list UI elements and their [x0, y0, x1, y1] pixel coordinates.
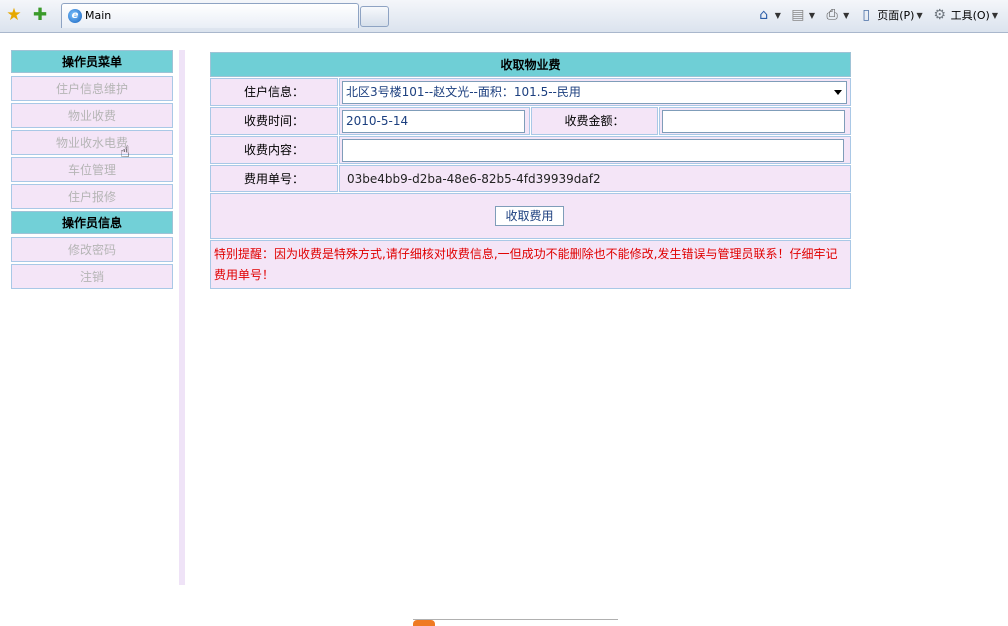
- resident-label: 住户信息：: [210, 78, 338, 106]
- bill-row: 费用单号： 03be4bb9-d2ba-48e6-82b5-4fd39939da…: [210, 165, 851, 192]
- sidebar-item-parking[interactable]: 车位管理: [11, 157, 173, 182]
- page-menu-label: 页面(P): [877, 9, 915, 22]
- collect-fee-button[interactable]: 收取费用: [495, 206, 564, 226]
- feed-icon: ▤: [791, 7, 805, 23]
- operator-info-header: 操作员信息: [11, 211, 173, 234]
- operator-menu-header: 操作员菜单: [11, 50, 173, 73]
- form-title: 收取物业费: [210, 52, 851, 77]
- favorites-star-icon[interactable]: ★: [4, 5, 24, 25]
- sidebar-item-change-password[interactable]: 修改密码: [11, 237, 173, 262]
- sidebar-item-property-fee[interactable]: 物业收费: [11, 103, 173, 128]
- sidebar-item-resident-info[interactable]: 住户信息维护: [11, 76, 173, 101]
- gear-icon: ⚙: [933, 7, 946, 23]
- amount-cell: [659, 107, 851, 135]
- time-label: 收费时间：: [210, 107, 338, 135]
- sidebar-item-utility-fee[interactable]: 物业收水电费 ☝: [11, 130, 173, 161]
- amount-label: 收费金额：: [531, 107, 658, 135]
- content-label: 收费内容：: [210, 136, 338, 164]
- browser-tab-main[interactable]: e Main: [61, 3, 359, 28]
- tools-menu-button[interactable]: ⚙ 工具(O) ▼: [929, 4, 1000, 26]
- time-cell: 2010-5-14: [339, 107, 530, 135]
- content-row: 收费内容：: [210, 136, 851, 164]
- content-cell: [339, 136, 851, 164]
- warning-notice: 特别提醒：因为收费是特殊方式,请仔细核对收费信息,一但成功不能删除也不能修改,发…: [210, 240, 851, 289]
- add-favorite-icon[interactable]: ✚: [30, 5, 50, 25]
- chevron-down-icon[interactable]: ▼: [775, 11, 781, 20]
- frame-divider[interactable]: [179, 50, 185, 585]
- time-input[interactable]: 2010-5-14: [342, 110, 525, 133]
- tab-title: Main: [85, 9, 112, 22]
- home-button[interactable]: ⌂ ▼: [753, 4, 783, 26]
- feeds-button[interactable]: ▤ ▼: [787, 4, 817, 26]
- bill-number: 03be4bb9-d2ba-48e6-82b5-4fd39939daf2: [347, 172, 601, 186]
- page-icon: ▯: [862, 7, 871, 23]
- bill-cell: 03be4bb9-d2ba-48e6-82b5-4fd39939daf2: [339, 165, 851, 192]
- resident-cell: 北区3号楼101--赵文光--面积：101.5--民用: [339, 78, 851, 106]
- print-icon: ⎙: [826, 7, 838, 23]
- content-input[interactable]: [342, 139, 844, 162]
- new-tab-button[interactable]: [360, 6, 389, 27]
- home-icon: ⌂: [759, 7, 769, 23]
- page-menu-button[interactable]: ▯ 页面(P) ▼: [855, 4, 924, 26]
- chevron-down-icon[interactable]: [834, 90, 842, 95]
- operator-sidebar: 操作员菜单 住户信息维护 物业收费 物业收水电费 ☝ 车位管理 住户报修 操作员…: [11, 50, 173, 291]
- amount-input[interactable]: [662, 110, 845, 133]
- chevron-down-icon[interactable]: ▼: [843, 11, 849, 20]
- chevron-down-icon: ▼: [991, 10, 998, 20]
- sidebar-item-logout[interactable]: 注销: [11, 264, 173, 289]
- browser-toolbar: ★ ✚ e Main ⌂ ▼ ▤ ▼ ⎙ ▼ ▯ 页面(P) ▼ ⚙ 工具(O)…: [0, 0, 1008, 33]
- command-bar: ⌂ ▼ ▤ ▼ ⎙ ▼ ▯ 页面(P) ▼ ⚙ 工具(O) ▼: [753, 4, 1000, 26]
- print-button[interactable]: ⎙ ▼: [821, 4, 851, 26]
- resident-select-value: 北区3号楼101--赵文光--面积：101.5--民用: [346, 85, 581, 99]
- chevron-down-icon: ▼: [916, 10, 923, 20]
- sidebar-item-repair[interactable]: 住户报修: [11, 184, 173, 209]
- resident-row: 住户信息： 北区3号楼101--赵文光--面积：101.5--民用: [210, 78, 851, 106]
- ie-icon: e: [68, 9, 82, 23]
- resident-select[interactable]: 北区3号楼101--赵文光--面积：101.5--民用: [342, 81, 847, 104]
- property-fee-form: 收取物业费 住户信息： 北区3号楼101--赵文光--面积：101.5--民用 …: [210, 52, 851, 289]
- bill-label: 费用单号：: [210, 165, 338, 192]
- chevron-down-icon[interactable]: ▼: [809, 11, 815, 20]
- time-amount-row: 收费时间： 2010-5-14 收费金额：: [210, 107, 851, 135]
- submit-row: 收取费用: [210, 193, 851, 239]
- tools-menu-label: 工具(O): [950, 9, 990, 22]
